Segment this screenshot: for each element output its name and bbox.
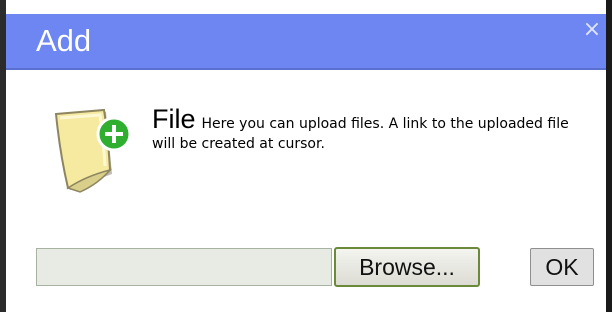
add-dialog: Add × File Here you can upload files. A l… <box>0 0 612 312</box>
dialog-titlebar <box>6 0 606 70</box>
dialog-title: Add <box>36 23 92 58</box>
close-button[interactable]: × <box>580 18 604 42</box>
heading-title: File <box>152 104 196 134</box>
file-add-icon <box>54 108 132 193</box>
upload-heading: File Here you can upload files. A link to… <box>152 104 592 154</box>
browse-button[interactable]: Browse... <box>334 247 480 287</box>
file-path-field[interactable] <box>36 248 332 286</box>
ok-button[interactable]: OK <box>530 248 594 286</box>
heading-description: Here you can upload files. A link to the… <box>152 116 569 152</box>
